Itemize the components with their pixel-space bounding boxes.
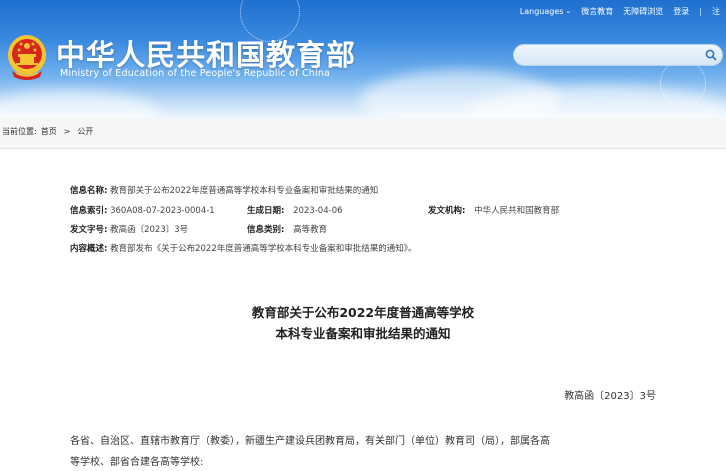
meta-date-label: 生成日期: — [247, 206, 285, 216]
meta-row-docno: 发文字号: 教高函〔2023〕3号 — [70, 224, 188, 236]
breadcrumb: 当前位置: 首页 > 公开 — [2, 124, 93, 138]
meta-date-value: 2023-04-06 — [293, 206, 343, 216]
document-body: 各省、自治区、直辖市教育厅（教委），新疆生产建设兵团教育局，有关部门（单位）教育… — [70, 431, 670, 471]
site-header: Languages ⌄ 微言教育 无障碍浏览 登录 | 注 中华人民共和国教育部… — [0, 0, 726, 118]
meta-summary-label: 内容概述: — [70, 244, 108, 254]
accessibility-link[interactable]: 无障碍浏览 — [623, 6, 663, 17]
meta-issuer-label: 发文机构: — [428, 206, 466, 216]
top-links-bar: Languages ⌄ 微言教育 无障碍浏览 登录 | 注 — [520, 4, 726, 18]
meta-docno-label: 发文字号: — [70, 225, 108, 235]
search-input[interactable] — [522, 48, 692, 62]
meta-row-date: 生成日期: 2023-04-06 — [247, 205, 343, 217]
meta-summary-value: 教育部发布《关于公布2022年度普通高等学校本科专业备案和审批结果的通知》。 — [110, 244, 417, 254]
search-box — [513, 44, 723, 66]
weibo-link[interactable]: 微言教育 — [581, 6, 613, 17]
meta-category-value: 高等教育 — [293, 225, 328, 235]
meta-row-name: 信息名称: 教育部关于公布2022年度普通高等学校本科专业备案和审批结果的通知 — [70, 185, 378, 197]
cloud-decoration — [0, 90, 160, 118]
meta-docno-value: 教高函〔2023〕3号 — [110, 225, 189, 235]
content-card: 信息名称: 教育部关于公布2022年度普通高等学校本科专业备案和审批结果的通知 … — [0, 148, 726, 471]
body-line: 各省、自治区、直辖市教育厅（教委），新疆生产建设兵团教育局，有关部门（单位）教育… — [70, 436, 550, 447]
login-link[interactable]: 登录 — [673, 6, 689, 17]
chevron-down-icon: ⌄ — [565, 7, 572, 15]
breadcrumb-arrow: > — [63, 126, 71, 136]
meta-index-label: 信息索引: — [70, 206, 108, 216]
document-number: 教高函〔2023〕3号 — [564, 391, 656, 402]
languages-label: Languages — [519, 6, 564, 16]
breadcrumb-home-link[interactable]: 首页 — [41, 126, 57, 137]
site-subtitle: Ministry of Education of the People's Re… — [60, 68, 331, 79]
breadcrumb-current-label: 当前位置: — [2, 126, 37, 136]
languages-dropdown[interactable]: Languages ⌄ — [520, 7, 572, 16]
national-emblem-icon[interactable] — [6, 33, 48, 81]
document-title-line2: 本科专业备案和审批结果的通知 — [275, 326, 451, 341]
meta-row-issuer: 发文机构: 中华人民共和国教育部 — [428, 205, 559, 217]
breadcrumb-section-link[interactable]: 公开 — [77, 126, 93, 137]
meta-issuer-value: 中华人民共和国教育部 — [474, 206, 560, 216]
dandelion-decoration — [660, 60, 706, 106]
meta-row-index: 信息索引: 360A08-07-2023-0004-1 — [70, 205, 215, 217]
meta-row-category: 信息类别: 高等教育 — [247, 224, 327, 236]
search-button[interactable] — [702, 47, 720, 63]
meta-name-value: 教育部关于公布2022年度普通高等学校本科专业备案和审批结果的通知 — [110, 186, 379, 196]
meta-row-summary: 内容概述: 教育部发布《关于公布2022年度普通高等学校本科专业备案和审批结果的… — [70, 243, 417, 255]
document-title-line1: 教育部关于公布2022年度普通高等学校 — [251, 305, 475, 320]
search-icon — [705, 49, 717, 61]
meta-index-value: 360A08-07-2023-0004-1 — [110, 206, 215, 216]
topbar-separator: | — [699, 6, 702, 16]
meta-category-label: 信息类别: — [247, 225, 285, 235]
register-link[interactable]: 注 — [712, 6, 720, 17]
meta-name-label: 信息名称: — [70, 186, 108, 196]
body-line: 等学校、部省合建各高等学校: — [70, 457, 204, 468]
